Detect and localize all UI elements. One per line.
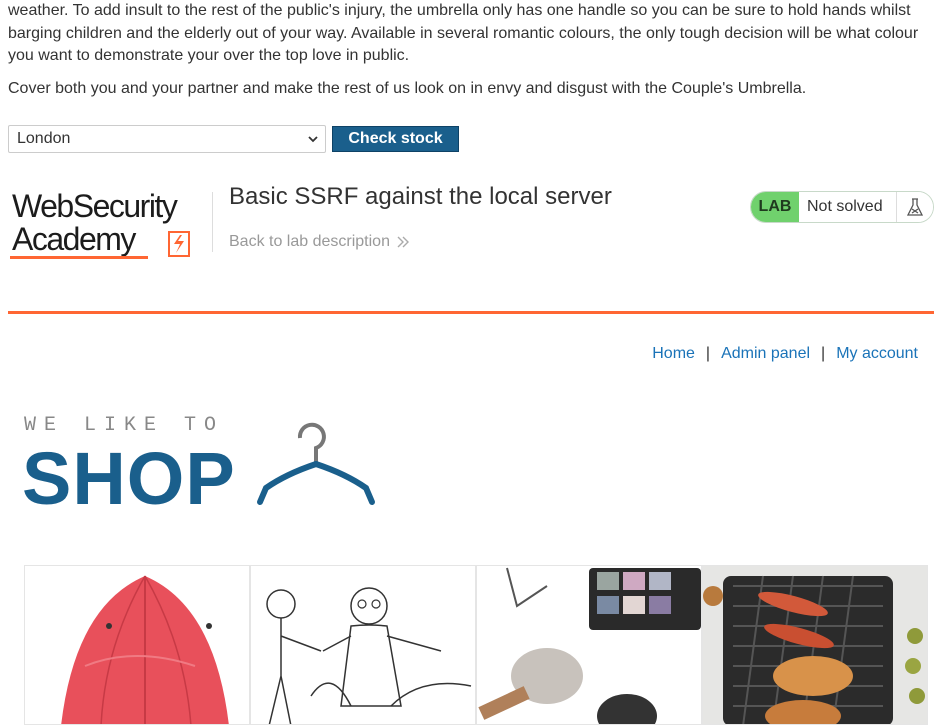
- flask-icon: [896, 192, 933, 222]
- product-description: weather. To add insult to the rest of th…: [8, 0, 938, 100]
- web-security-academy-logo[interactable]: WebSecurity Academy: [10, 188, 212, 262]
- product-tile[interactable]: [24, 565, 250, 725]
- shop-logo-tagline: WE LIKE TO: [24, 414, 225, 437]
- product-tile[interactable]: [250, 565, 476, 725]
- nav-admin-panel-link[interactable]: Admin panel: [721, 345, 810, 363]
- sketch-people-image: [266, 587, 472, 724]
- logo-underline: [10, 256, 148, 259]
- double-chevron-right-icon: [397, 236, 409, 248]
- lab-title: Basic SSRF against the local server: [229, 183, 612, 210]
- nav-separator: |: [821, 345, 826, 362]
- description-paragraph-2: Cover both you and your partner and make…: [8, 79, 807, 97]
- header-divider: [8, 311, 934, 314]
- logo-text-line2: Academy: [12, 221, 136, 257]
- umbrella-image: [61, 575, 229, 724]
- store-select[interactable]: London: [8, 125, 326, 153]
- description-paragraph-1: weather. To add insult to the rest of th…: [8, 2, 919, 64]
- back-to-description-link[interactable]: Back to lab description: [229, 233, 410, 251]
- shop-logo-word: SHOP: [22, 437, 236, 520]
- top-nav: Home | Admin panel | My account: [652, 345, 918, 363]
- product-grid: [24, 565, 950, 725]
- back-link-label: Back to lab description: [229, 233, 390, 250]
- lab-status-widget: LAB Not solved: [750, 191, 934, 223]
- bbq-grill-image: [703, 566, 927, 724]
- product-tile[interactable]: [476, 565, 702, 725]
- lightning-icon: [168, 231, 190, 257]
- nav-home-link[interactable]: Home: [652, 345, 695, 363]
- stock-check-form: London Check stock: [8, 125, 459, 153]
- makeup-brushes-image: [478, 567, 701, 724]
- nav-separator: |: [705, 345, 711, 362]
- shop-logo[interactable]: WE LIKE TO SHOP: [22, 412, 384, 520]
- nav-my-account-link[interactable]: My account: [836, 345, 918, 363]
- lab-tag: LAB: [751, 192, 799, 222]
- product-tile[interactable]: [702, 565, 928, 725]
- lab-status-text: Not solved: [799, 192, 896, 222]
- hanger-icon: [257, 422, 375, 505]
- banner-divider: [212, 192, 213, 252]
- logo-text-line1: WebSecurity: [12, 188, 178, 224]
- check-stock-button[interactable]: Check stock: [332, 126, 459, 152]
- store-select-value: London: [17, 130, 71, 147]
- chevron-down-icon: [308, 136, 318, 143]
